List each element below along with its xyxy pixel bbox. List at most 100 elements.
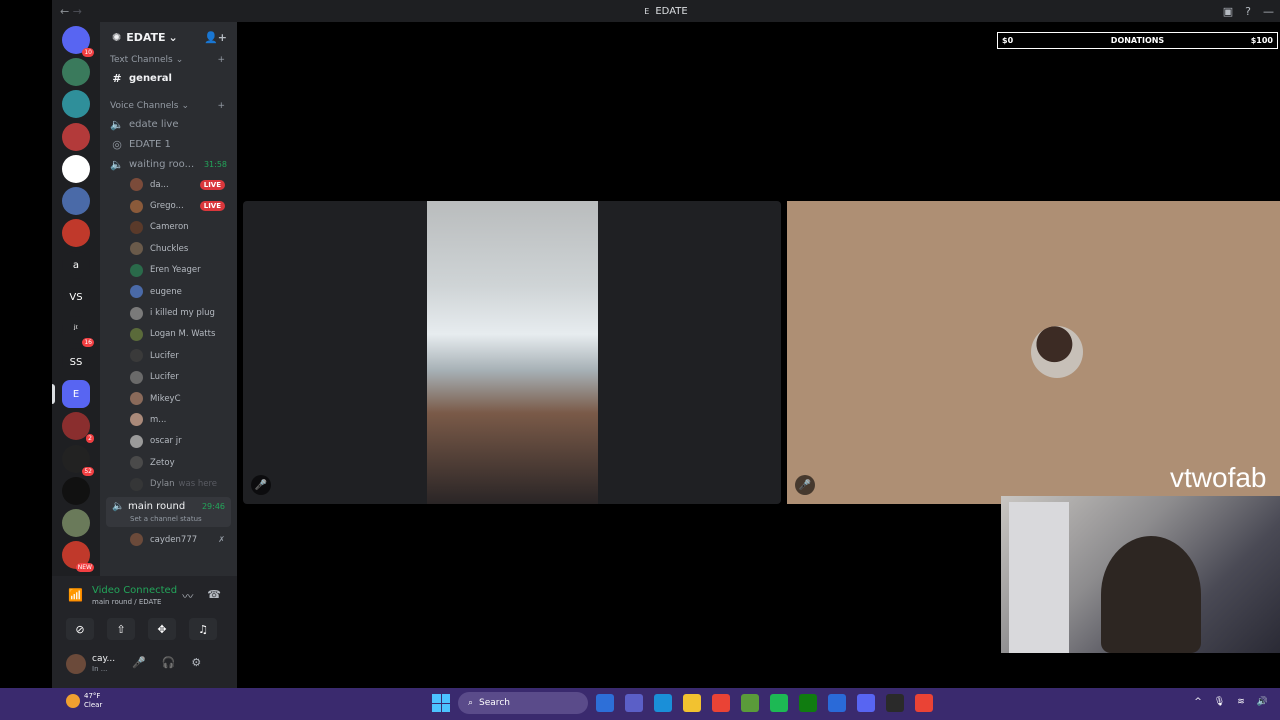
- disconnect-icon[interactable]: ☎: [207, 588, 221, 604]
- avatar: [130, 199, 143, 213]
- voice-user[interactable]: Chuckles: [100, 238, 237, 259]
- server-icon[interactable]: E: [62, 380, 90, 409]
- speaker-icon: 🔈: [110, 157, 124, 171]
- taskbar-search[interactable]: ⌕ Search: [458, 692, 588, 714]
- chrome-icon[interactable]: [712, 694, 730, 712]
- speaker-icon: 🔈: [112, 500, 125, 512]
- voice-user[interactable]: m...: [100, 409, 237, 430]
- chrome-2-icon[interactable]: [915, 694, 933, 712]
- server-icon[interactable]: VS: [62, 283, 90, 312]
- voice-user[interactable]: MikeyC: [100, 388, 237, 409]
- voice-user[interactable]: eugene: [100, 281, 237, 302]
- server-icon[interactable]: [62, 154, 90, 183]
- discord-icon[interactable]: [857, 694, 875, 712]
- gear-icon[interactable]: ⚙: [191, 656, 201, 669]
- server-icon[interactable]: 10: [62, 26, 94, 57]
- voice-user[interactable]: Lucifer: [100, 345, 237, 366]
- voice-user[interactable]: Logan M. Watts: [100, 324, 237, 345]
- avatar: [130, 434, 143, 448]
- channel-name: general: [129, 72, 172, 84]
- chevron-up-icon[interactable]: ^: [1194, 697, 1202, 707]
- voice-channel-main-round[interactable]: 🔈 main round 29:46 Set a channel status: [106, 496, 231, 527]
- screen-share-button[interactable]: ⇧: [107, 618, 135, 640]
- weather-widget[interactable]: 47°F Clear: [66, 692, 102, 710]
- avatar: [130, 306, 143, 320]
- spotify-icon[interactable]: [770, 694, 788, 712]
- video-tile[interactable]: 🎤: [787, 201, 1280, 504]
- file-explorer-icon[interactable]: [596, 694, 614, 712]
- server-icon[interactable]: 2: [62, 412, 94, 444]
- voice-channels-category[interactable]: Voice Channels ⌄ +: [100, 98, 237, 114]
- video-tile[interactable]: 🎤: [243, 201, 781, 504]
- text-channels-category[interactable]: Text Channels ⌄ +: [100, 52, 237, 68]
- minecraft-icon[interactable]: [741, 694, 759, 712]
- server-badge: E: [644, 6, 650, 16]
- server-icon[interactable]: [62, 219, 90, 248]
- server-icon[interactable]: 52: [62, 444, 94, 476]
- help-icon[interactable]: ?: [1245, 5, 1251, 18]
- windows-start-icon[interactable]: [432, 694, 450, 712]
- obs-icon[interactable]: [886, 694, 904, 712]
- add-channel-icon[interactable]: +: [217, 101, 225, 111]
- voice-user[interactable]: da... LIVE: [100, 174, 237, 195]
- channel-general[interactable]: # general: [100, 68, 237, 88]
- server-icon[interactable]: [62, 122, 90, 151]
- voice-location[interactable]: main round / EDATE: [92, 598, 161, 606]
- store-icon[interactable]: [828, 694, 846, 712]
- voice-actions: 〰 ☎: [182, 588, 221, 604]
- server-icon[interactable]: [62, 58, 90, 87]
- invite-people-icon[interactable]: 👤+: [204, 31, 227, 44]
- mic-muted-icon[interactable]: 🎤: [132, 656, 146, 669]
- noise-suppression-icon[interactable]: 〰: [182, 588, 193, 604]
- activities-button[interactable]: ✥: [148, 618, 176, 640]
- voice-user[interactable]: Cameron: [100, 217, 237, 238]
- voice-user[interactable]: Eren Yeager: [100, 260, 237, 281]
- avatar: [130, 349, 143, 363]
- voice-user[interactable]: Zetoy: [100, 452, 237, 473]
- voice-user[interactable]: cayden777 ✗: [100, 529, 237, 550]
- server-icon[interactable]: ʲᶦ 16: [62, 315, 94, 347]
- add-channel-icon[interactable]: +: [217, 55, 225, 65]
- mic-icon[interactable]: 🎙: [1214, 697, 1225, 707]
- back-arrow-icon[interactable]: ←: [60, 5, 69, 18]
- voice-user[interactable]: Grego... LIVE: [100, 195, 237, 216]
- hashtag-icon: #: [112, 71, 122, 85]
- edge-icon[interactable]: [654, 694, 672, 712]
- avatar[interactable]: [66, 654, 86, 674]
- forward-arrow-icon[interactable]: →: [73, 5, 82, 18]
- voice-user[interactable]: oscar jr: [100, 431, 237, 452]
- voice-user[interactable]: Lucifer: [100, 367, 237, 388]
- muted-icon: ✗: [218, 535, 225, 545]
- voice-user[interactable]: Dylan was here: [100, 473, 237, 494]
- search-label: Search: [479, 698, 510, 708]
- folder-icon[interactable]: [683, 694, 701, 712]
- server-icon[interactable]: [62, 509, 90, 537]
- server-icon[interactable]: SS: [62, 348, 90, 376]
- server-icon[interactable]: [62, 90, 90, 119]
- minimize-icon[interactable]: —: [1263, 5, 1274, 18]
- camera-off-button[interactable]: ⊘: [66, 618, 94, 640]
- xbox-icon[interactable]: [799, 694, 817, 712]
- server-icon[interactable]: [62, 476, 90, 505]
- volume-icon[interactable]: 🔊: [1257, 697, 1268, 707]
- server-header[interactable]: ✺ EDATE ⌄ 👤+: [100, 22, 237, 52]
- teams-icon[interactable]: [625, 694, 643, 712]
- voice-channel-edate-1[interactable]: ◎ EDATE 1: [100, 134, 237, 154]
- voice-user-name: Zetoy: [150, 457, 175, 468]
- inbox-icon[interactable]: ▣: [1223, 5, 1233, 18]
- channel-status[interactable]: Set a channel status: [130, 515, 202, 523]
- voice-user[interactable]: i killed my plug: [100, 302, 237, 323]
- wifi-icon[interactable]: ≋: [1237, 697, 1245, 707]
- voice-channel-waiting-room[interactable]: 🔈 waiting roo... 31:58: [100, 154, 237, 174]
- headphones-icon[interactable]: 🎧: [162, 656, 176, 669]
- server-icon[interactable]: NEW: [62, 541, 94, 573]
- user-name[interactable]: cay...: [92, 654, 115, 664]
- avatar: [130, 327, 143, 341]
- voice-channel-edate-live[interactable]: 🔈 edate live: [100, 114, 237, 134]
- server-icon[interactable]: [62, 187, 90, 215]
- voice-user-name: Grego...: [150, 201, 184, 212]
- nav-arrows[interactable]: ← →: [60, 5, 82, 18]
- server-icon[interactable]: a: [62, 251, 90, 280]
- voice-status[interactable]: Video Connected: [92, 585, 177, 596]
- soundboard-button[interactable]: ♫: [189, 618, 217, 640]
